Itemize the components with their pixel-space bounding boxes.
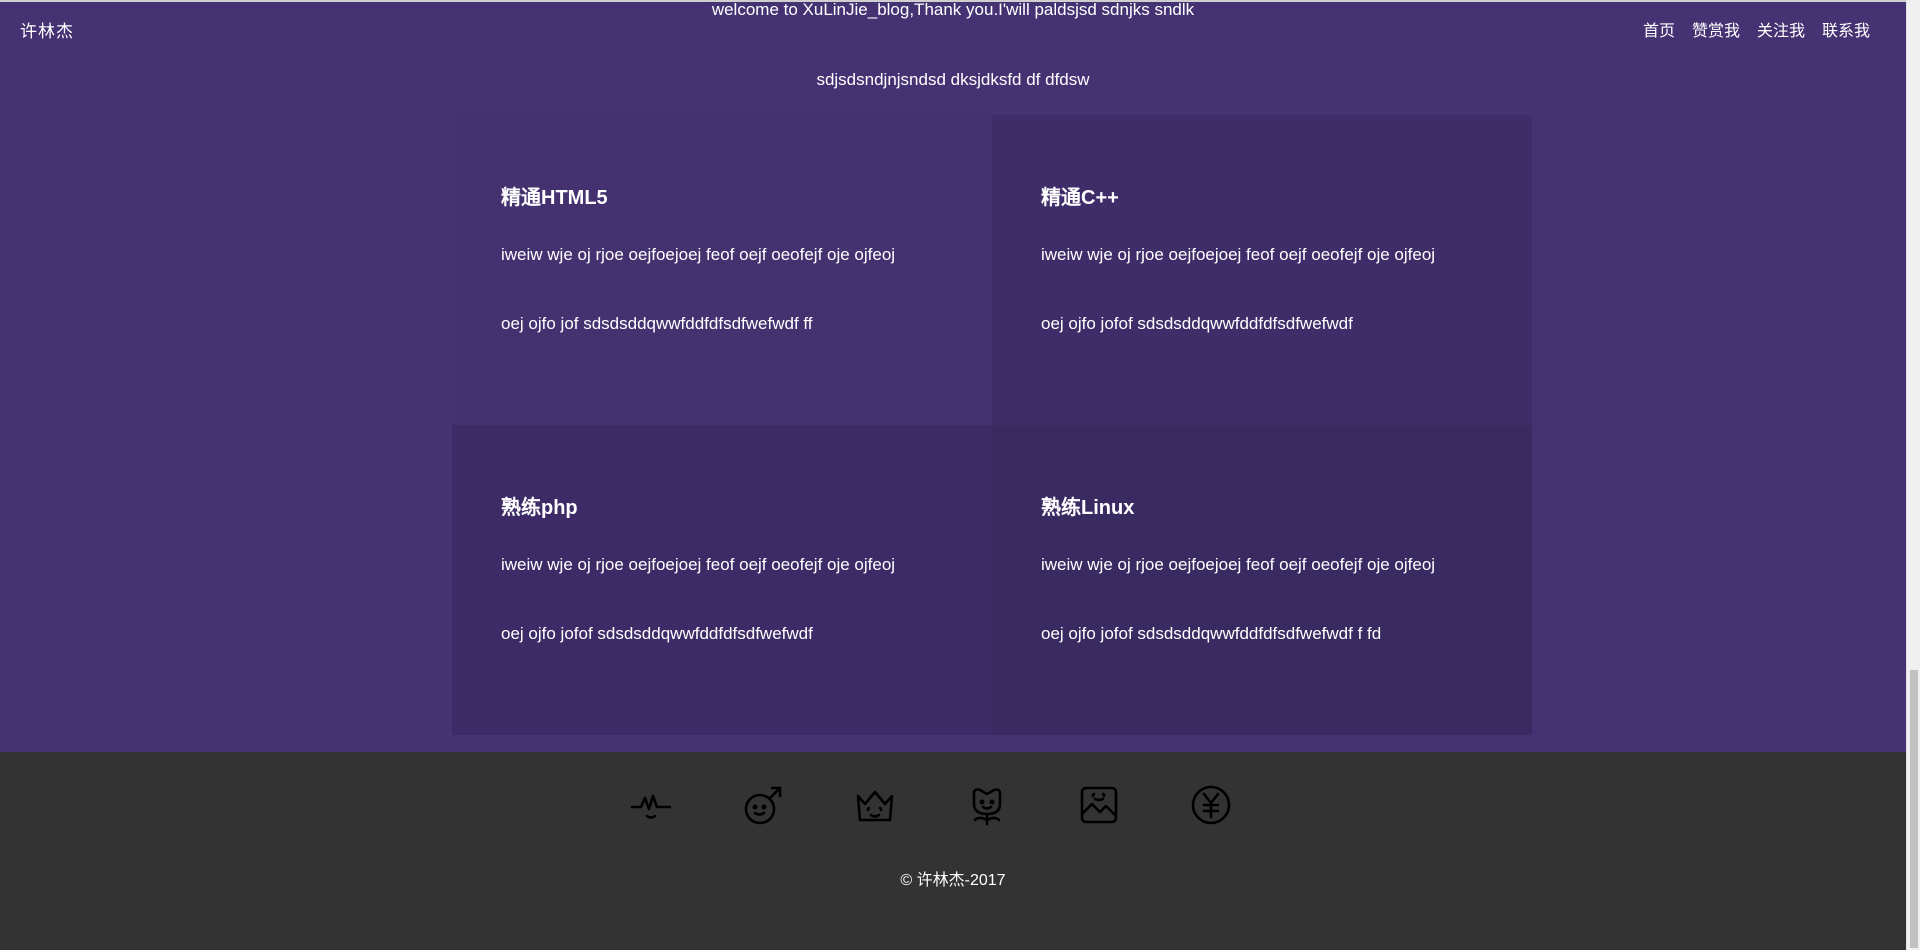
nav-follow[interactable]: 关注我	[1757, 17, 1805, 41]
main-nav: 首页 赞赏我 关注我 联系我	[1643, 17, 1870, 41]
skill-title: 精通HTML5	[501, 187, 608, 209]
skill-card-php: 熟练php iweiw wje oj rjoe oejfoejoej feof …	[452, 425, 992, 735]
skill-text-line: oej ojfo jofof sdsdsddqwwfddfdfsdfwefwdf	[1041, 314, 1353, 333]
nav-contact[interactable]: 联系我	[1822, 17, 1870, 41]
male-smile-icon[interactable]	[742, 784, 784, 826]
skill-title: 熟练php	[501, 497, 578, 519]
skill-card-cpp: 精通C++ iweiw wje oj rjoe oejfoejoej feof …	[992, 115, 1532, 425]
yen-icon[interactable]	[1190, 784, 1232, 826]
skill-text-line: iweiw wje oj rjoe oejfoejoej feof oejf o…	[501, 555, 896, 574]
copyright: © 许林杰-2017	[900, 872, 1006, 889]
crown-icon[interactable]	[854, 784, 896, 826]
skill-text-line: oej ojfo jofof sdsdsddqwwfddfdfsdfwefwdf	[501, 624, 813, 643]
skill-title: 熟练Linux	[1041, 497, 1135, 519]
scrollbar-thumb[interactable]	[1910, 670, 1918, 948]
skill-text-line: iweiw wje oj rjoe oejfoejoej feof oejf o…	[1041, 555, 1436, 574]
intro-line-1: welcome to XuLinJie_blog,Thank you.I'wil…	[711, 0, 1195, 19]
skill-card-linux: 熟练Linux iweiw wje oj rjoe oejfoejoej feo…	[992, 425, 1532, 735]
footer: © 许林杰-2017	[0, 752, 1906, 950]
skill-text-line: iweiw wje oj rjoe oejfoejoej feof oejf o…	[1041, 245, 1436, 264]
page: 许林杰 welcome to XuLinJie_blog,Thank you.I…	[0, 0, 1920, 950]
hero-section: 许林杰 welcome to XuLinJie_blog,Thank you.I…	[0, 0, 1906, 752]
skill-text-line: oej ojfo jof sdsdsddqwwfddfdfsdfwefwdf f…	[501, 314, 813, 333]
brand-name[interactable]: 许林杰	[20, 17, 74, 42]
nav-home[interactable]: 首页	[1643, 17, 1675, 41]
pulse-icon[interactable]	[630, 784, 672, 826]
skill-text-line: oej ojfo jofof sdsdsddqwwfddfdfsdfwefwdf…	[1041, 624, 1382, 643]
skills-grid: 精通HTML5 iweiw wje oj rjoe oejfoejoej feo…	[452, 115, 1532, 735]
skill-card-html5: 精通HTML5 iweiw wje oj rjoe oejfoejoej feo…	[452, 115, 992, 425]
nav-appreciate[interactable]: 赞赏我	[1692, 17, 1740, 41]
skill-title: 精通C++	[1041, 187, 1119, 209]
flower-icon[interactable]	[966, 784, 1008, 826]
page-scrollbar[interactable]	[1906, 0, 1920, 950]
image-icon[interactable]	[1078, 784, 1120, 826]
skill-text-line: iweiw wje oj rjoe oejfoejoej feof oejf o…	[501, 245, 896, 264]
intro-line-2: sdjsdsndjnjsndsd dksjdksfd df dfdsw	[816, 70, 1090, 89]
social-icons	[630, 784, 1232, 826]
